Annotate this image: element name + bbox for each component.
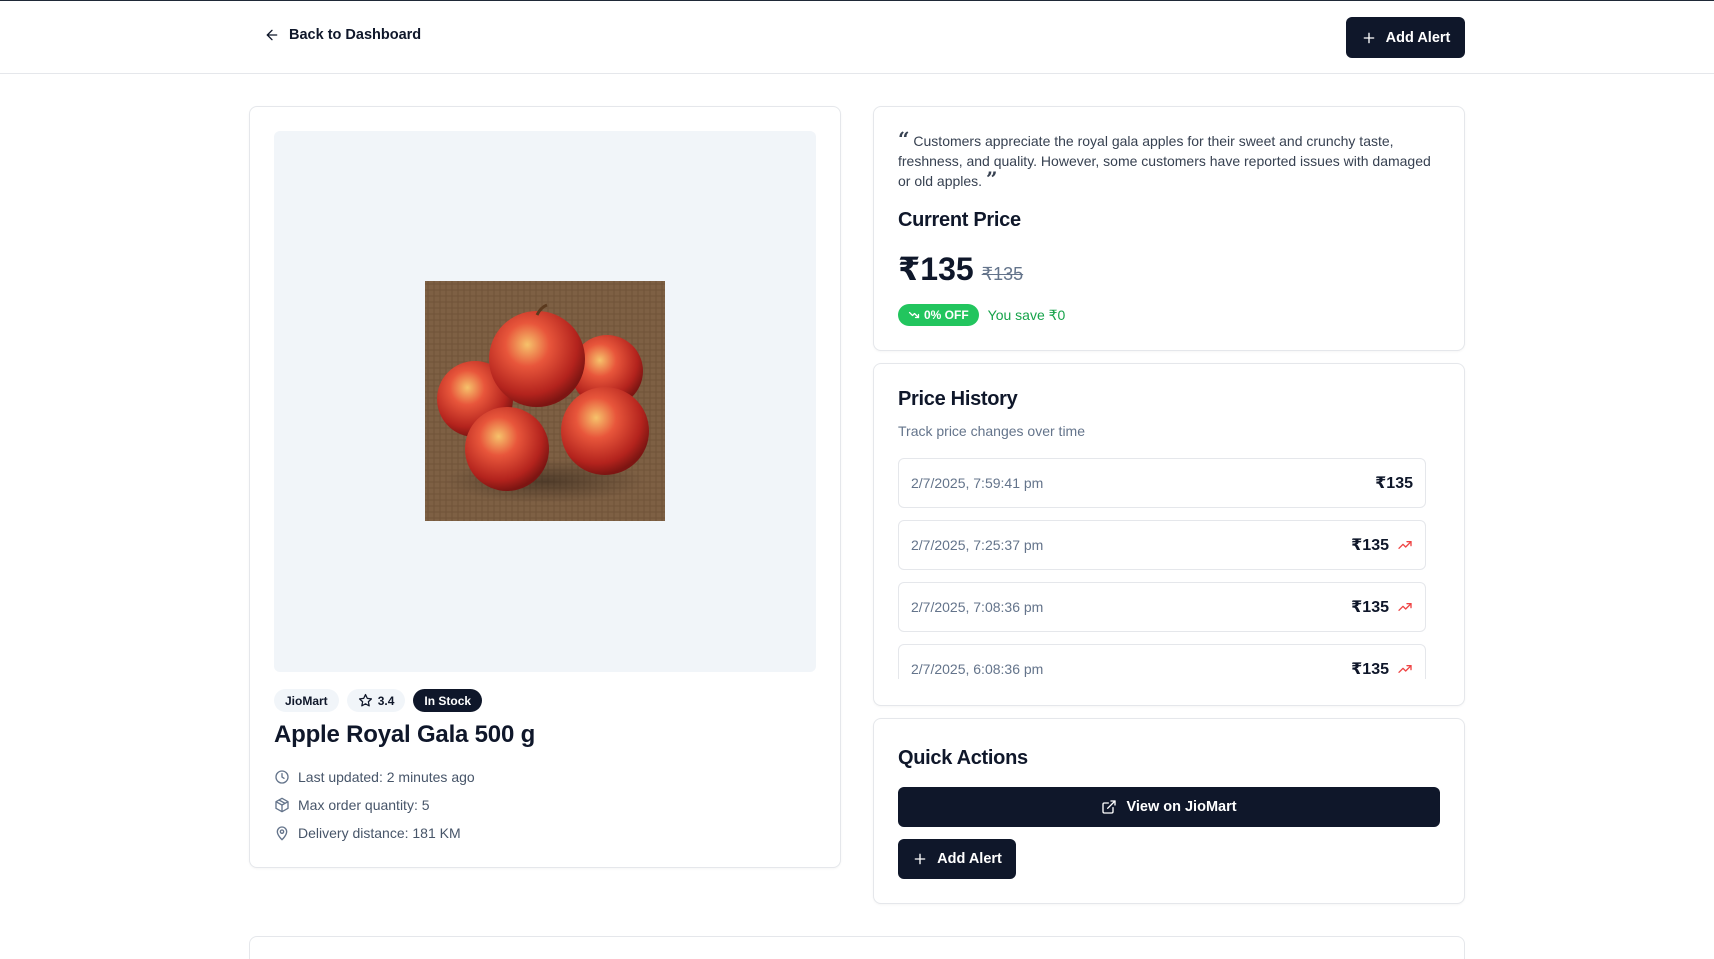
history-row: 2/7/2025, 7:25:37 pm ₹135 [898,520,1426,570]
back-to-dashboard-link[interactable]: Back to Dashboard [264,27,421,43]
rating-badge: 3.4 [346,689,406,712]
rating-value: 3.4 [377,693,395,708]
plus-icon [914,853,926,865]
review-text: Customers appreciate the royal gala appl… [898,133,1431,189]
delivery-distance-text: Delivery distance: 181 KM [298,825,461,841]
back-label: Back to Dashboard [289,27,422,43]
red-apples-illustration [425,281,665,521]
plus-icon [1363,32,1374,43]
review-summary: “ Customers appreciate the royal gala ap… [898,129,1438,191]
history-date: 2/7/2025, 7:59:41 pm [911,475,1044,491]
quick-actions-card: Quick Actions View on JioMart Add Alert [873,718,1465,904]
history-row: 2/7/2025, 7:08:36 pm ₹135 [898,582,1426,632]
history-date: 2/7/2025, 6:08:36 pm [911,661,1044,677]
discount-row: 0% OFF You save ₹0 [898,304,1065,326]
current-price-card: “ Customers appreciate the royal gala ap… [873,106,1465,351]
trending-up-icon [1398,665,1412,673]
arrow-left-icon [266,29,278,41]
original-price-value: ₹135 [981,264,1024,284]
header-add-alert-label: Add Alert [1385,29,1451,46]
store-badge: JioMart [274,689,339,712]
price-row: ₹135 ₹135 [898,250,1023,288]
discount-text: 0% OFF [924,308,969,322]
view-on-store-button[interactable]: View on JioMart [898,787,1440,827]
price-history-subtitle: Track price changes over time [898,423,1085,439]
clock-icon [275,770,289,784]
map-pin-icon [276,826,288,841]
history-date: 2/7/2025, 7:08:36 pm [911,599,1044,615]
trending-up-icon [1398,603,1412,611]
current-price-value: ₹135 [898,251,974,287]
product-card: JioMart 3.4 In Stock Apple Royal Gala 50… [249,106,841,868]
price-history-title: Price History [898,388,1018,410]
max-order-item: Max order quantity: 5 [274,796,475,814]
last-updated-text: Last updated: 2 minutes ago [298,769,475,785]
close-quote-icon: ” [985,167,998,191]
page-header: Back to Dashboard Add Alert [0,1,1714,74]
bottom-section-card [249,936,1465,959]
external-link-icon [1102,800,1117,814]
history-row: 2/7/2025, 7:59:41 pm ₹135 [898,458,1426,508]
header-add-alert-button[interactable]: Add Alert [1346,17,1465,58]
trending-down-icon [908,311,920,319]
delivery-distance-item: Delivery distance: 181 KM [274,824,475,842]
star-icon [358,693,372,707]
history-price: ₹135 [1351,599,1389,616]
stock-badge: In Stock [413,689,483,712]
product-title: Apple Royal Gala 500 g [274,721,536,748]
history-row: 2/7/2025, 6:08:36 pm ₹135 [898,644,1426,679]
current-price-title: Current Price [898,209,1021,231]
history-price-group: ₹135 [1351,597,1413,617]
history-price-group: ₹135 [1351,535,1413,555]
product-image-panel [274,131,816,672]
history-price-group: ₹135 [1375,473,1413,493]
max-order-text: Max order quantity: 5 [298,797,430,813]
trending-up-icon [1398,541,1412,549]
savings-text: You save ₹0 [987,306,1066,323]
view-on-store-label: View on JioMart [1126,799,1237,815]
discount-badge: 0% OFF [898,304,979,326]
last-updated-item: Last updated: 2 minutes ago [274,768,475,786]
history-price: ₹135 [1375,475,1413,492]
history-price: ₹135 [1351,661,1389,678]
product-meta-list: Last updated: 2 minutes ago Max order qu… [274,768,475,842]
quick-actions-title: Quick Actions [898,747,1028,769]
open-quote-icon: “ [898,127,910,151]
price-history-list[interactable]: 2/7/2025, 7:59:41 pm ₹135 2/7/2025, 7:25… [898,458,1426,679]
package-icon [275,797,289,813]
quick-add-alert-label: Add Alert [937,851,1002,867]
quick-add-alert-button[interactable]: Add Alert [898,839,1016,879]
history-date: 2/7/2025, 7:25:37 pm [911,537,1044,553]
history-price: ₹135 [1351,537,1389,554]
product-badges: JioMart 3.4 In Stock [274,689,483,712]
history-price-group: ₹135 [1351,659,1413,679]
product-image [425,281,665,521]
price-history-card: Price History Track price changes over t… [873,363,1465,706]
